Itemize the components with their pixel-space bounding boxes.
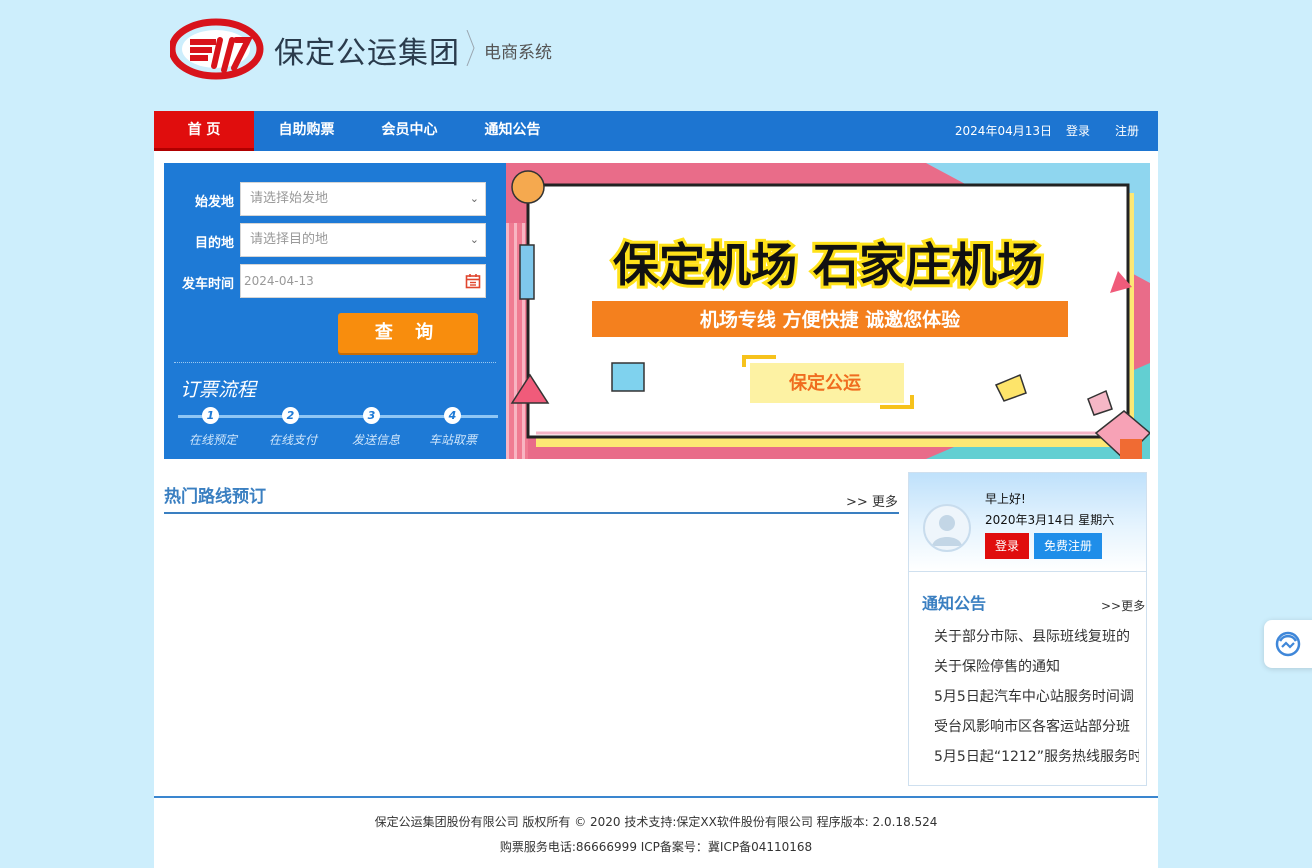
greeting-date: 2020年3月14日 星期六 <box>985 513 1115 527</box>
banner-tag: 保定公运 <box>788 372 861 394</box>
nav-login-link[interactable]: 登录 <box>1066 111 1090 151</box>
hot-routes-underline <box>164 512 899 514</box>
user-panel: 早上好! 2020年3月14日 星期六 登录 免费注册 <box>908 472 1147 572</box>
subsystem-name: 电商系统 <box>484 43 552 63</box>
departure-date-label: 发车时间 <box>181 277 234 292</box>
departure-date-input[interactable]: 2024-04-13 <box>240 264 486 298</box>
divider <box>174 362 496 363</box>
flow-step-number: 2 <box>282 407 299 424</box>
chevron-down-icon: ⌄ <box>469 233 479 246</box>
avatar <box>923 504 971 552</box>
destination-placeholder: 请选择目的地 <box>250 232 329 247</box>
nav-right: 2024年04月13日 登录 注册 <box>858 111 1158 151</box>
main-nav: 首 页 自助购票 会员中心 通知公告 2024年04月13日 登录 注册 <box>154 111 1158 151</box>
destination-select[interactable]: 请选择目的地 ⌄ <box>240 223 486 257</box>
origin-placeholder: 请选择始发地 <box>250 191 329 206</box>
notice-item[interactable]: 5月5日起“1212”服务热线服务时 <box>934 746 1139 766</box>
nav-item-home[interactable]: 首 页 <box>154 111 254 151</box>
nav-item-self-ticket[interactable]: 自助购票 <box>259 111 354 151</box>
notice-item[interactable]: 关于保险停售的通知 <box>934 656 1139 676</box>
query-button[interactable]: 查 询 <box>338 313 478 353</box>
user-icon <box>932 515 962 546</box>
flow-step-label: 在线预定 <box>188 433 237 447</box>
flow-step-label: 车站取票 <box>428 433 477 447</box>
notice-panel: 通知公告 >>更多 关于部分市际、县际班线复班的 关于保险停售的通知 5月5日起… <box>908 572 1147 786</box>
site-header: 保定公运集团 电商系统 <box>170 14 590 84</box>
notice-item[interactable]: 受台风影响市区各客运站部分班 <box>934 716 1139 736</box>
flow-step-number: 1 <box>202 407 219 424</box>
company-logo <box>170 18 264 80</box>
departure-date-value: 2024-04-13 <box>244 274 314 288</box>
hot-routes-title: 热门路线预订 <box>164 487 266 507</box>
site-footer: 保定公运集团股份有限公司 版权所有 © 2020 技术支持:保定XX软件股份有限… <box>154 796 1158 868</box>
flow-step-label: 发送信息 <box>351 433 400 447</box>
nav-register-link[interactable]: 注册 <box>1115 111 1139 151</box>
origin-select[interactable]: 请选择始发地 ⌄ <box>240 182 486 216</box>
notice-more-link[interactable]: >>更多 <box>1101 597 1145 614</box>
support-icon <box>1275 631 1301 657</box>
hot-routes-more-link[interactable]: >> 更多 <box>846 491 898 510</box>
brand-separator <box>466 30 475 66</box>
flow-step-number: 4 <box>444 407 461 424</box>
booking-flow-title: 订票流程 <box>180 379 257 401</box>
notice-title: 通知公告 <box>922 594 987 613</box>
login-button[interactable]: 登录 <box>985 533 1029 559</box>
chevron-down-icon: ⌄ <box>469 192 479 205</box>
banner-artwork: 保定机场 石家庄机场 保定机场 石家庄机场 机场专线 方便快捷 诚邀您体验 保定… <box>506 163 1150 459</box>
notice-item[interactable]: 关于部分市际、县际班线复班的 <box>934 626 1139 646</box>
floating-support-widget[interactable] <box>1264 620 1312 668</box>
destination-label: 目的地 <box>194 236 234 251</box>
calendar-icon[interactable] <box>465 273 481 289</box>
ticket-search-panel: 始发地 请选择始发地 ⌄ 目的地 请选择目的地 ⌄ 发车时间 2024-04-1… <box>164 163 506 459</box>
footer-contact: 购票服务电话:86666999 ICP备案号：冀ICP备04110168 <box>499 840 813 854</box>
banner-headline: 保定机场 石家庄机场 <box>613 238 1043 292</box>
origin-label: 始发地 <box>194 195 234 210</box>
greeting-text: 早上好! <box>985 492 1026 506</box>
banner-slogan: 机场专线 方便快捷 诚邀您体验 <box>700 308 961 331</box>
footer-copyright: 保定公运集团股份有限公司 版权所有 © 2020 技术支持:保定XX软件股份有限… <box>374 815 938 829</box>
flow-step-label: 在线支付 <box>268 433 317 447</box>
promo-banner[interactable]: 保定机场 石家庄机场 保定机场 石家庄机场 机场专线 方便快捷 诚邀您体验 保定… <box>506 163 1150 459</box>
nav-item-member-center[interactable]: 会员中心 <box>362 111 457 151</box>
brand-name: 保定公运集团 <box>274 36 460 71</box>
free-register-button[interactable]: 免费注册 <box>1034 533 1102 559</box>
nav-item-notices[interactable]: 通知公告 <box>465 111 560 151</box>
nav-date: 2024年04月13日 <box>954 124 1052 138</box>
notice-item[interactable]: 5月5日起汽车中心站服务时间调 <box>934 686 1139 706</box>
flow-step-number: 3 <box>363 407 380 424</box>
